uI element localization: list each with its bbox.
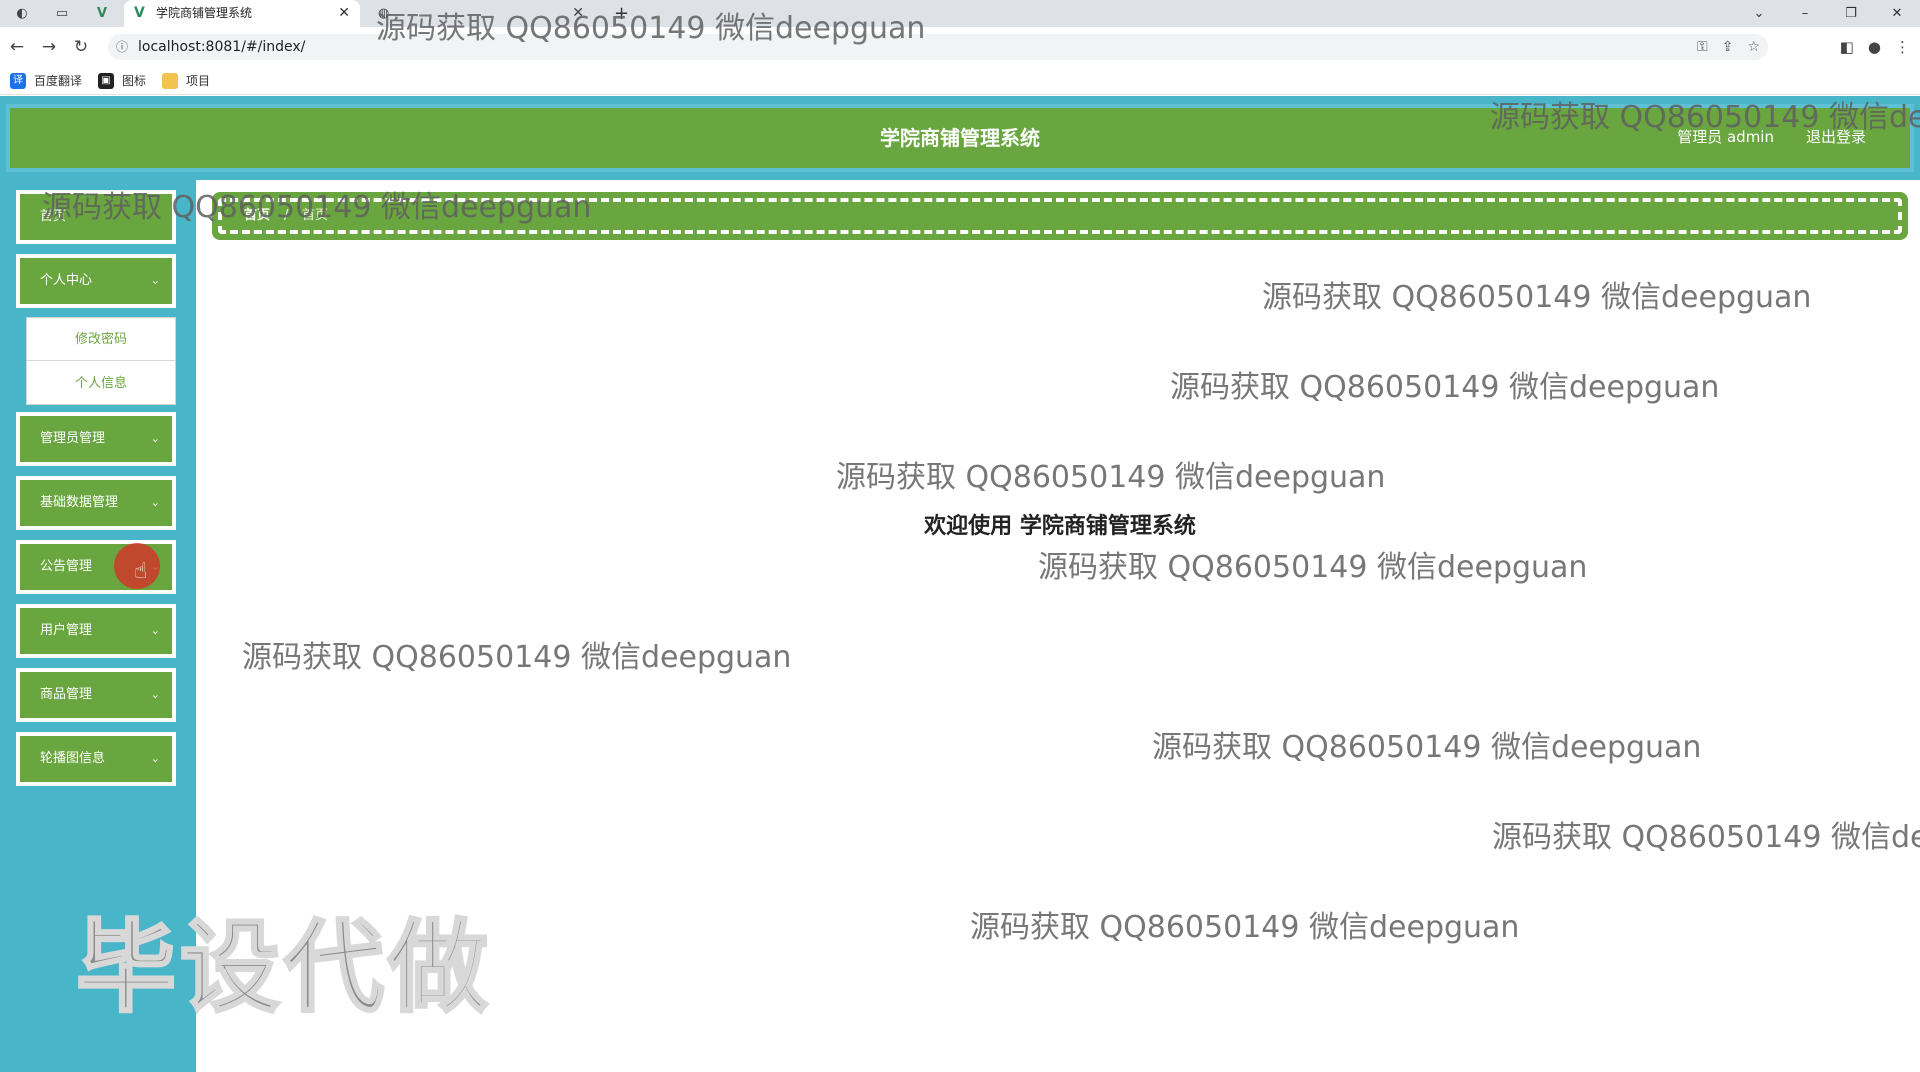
bookmark-star-icon[interactable]: ☆ [1747, 34, 1760, 60]
close-tab-icon[interactable]: ✕ [338, 0, 350, 27]
browser-tab-strip: ◐ ▭ V V 学院商铺管理系统 ✕ ◍ ✕ + ⌄ – ❐ ✕ [0, 0, 1920, 27]
sidebar-item-admin-management[interactable]: 管理员管理 ⌄ [16, 412, 176, 466]
close-window-icon[interactable]: ✕ [1874, 0, 1920, 27]
stamp-watermark: 毕设代做 [75, 908, 492, 1028]
browser-toolbar: ← → ↻ ⓘ localhost:8081/#/index/ ⚿ ⇪ ☆ ◧ … [0, 27, 1920, 67]
icon-library-icon: ▣ [98, 73, 114, 89]
address-url[interactable]: localhost:8081/#/index/ [138, 34, 305, 60]
welcome-message: 欢迎使用 学院商铺管理系统 [924, 514, 1196, 539]
tab-search-icon[interactable]: ◐ [12, 4, 32, 24]
watermark-text: 源码获取 QQ86050149 微信deepguan [42, 190, 592, 225]
more-menu-icon[interactable]: ⋮ [1895, 34, 1910, 60]
folder-icon [162, 73, 178, 89]
active-tab[interactable]: V 学院商铺管理系统 ✕ [124, 0, 360, 27]
tab-list-chevron-icon[interactable]: ⌄ [1736, 0, 1782, 27]
submenu-change-password[interactable]: 修改密码 [27, 318, 175, 361]
minimize-icon[interactable]: – [1782, 0, 1828, 27]
bookmark-label: 项目 [186, 74, 211, 88]
chevron-down-icon: ⌄ [150, 624, 160, 637]
forward-arrow-icon[interactable]: → [38, 36, 60, 58]
chevron-down-icon: ⌄ [150, 752, 160, 765]
watermark-text: 源码获取 QQ86050149 微信dee [1490, 100, 1920, 135]
sidebar-item-carousel[interactable]: 轮播图信息 ⌄ [16, 732, 176, 786]
vue-favicon-icon: V [134, 5, 145, 21]
app-root: 学院商铺管理系统 管理员 admin 退出登录 首页 个人中心 ⌄ 修改密码 个… [0, 96, 1920, 1072]
watermark-text: 源码获取 QQ86050149 微信deepguan [836, 460, 1386, 495]
sidebar-item-personal-center[interactable]: 个人中心 ⌄ [16, 254, 176, 308]
watermark-text: 源码获取 QQ86050149 微信deepguan [242, 640, 792, 675]
bookmark-icons[interactable]: ▣ 图标 [98, 71, 146, 91]
side-panel-icon[interactable]: ◧ [1840, 34, 1854, 60]
profile-avatar-icon[interactable]: ● [1868, 34, 1881, 60]
translate-icon: 译 [10, 73, 26, 89]
watermark-text: 源码获取 QQ86050149 微信deepguan [1262, 280, 1812, 315]
bookmarks-bar: 译 百度翻译 ▣ 图标 项目 [0, 67, 1920, 95]
sidebar-item-label: 商品管理 [40, 687, 93, 702]
bookmark-label: 图标 [122, 74, 147, 88]
watermark-text: 源码获取 QQ86050149 微信deepguan [376, 11, 926, 46]
active-tab-title: 学院商铺管理系统 [156, 6, 253, 20]
sidebar-item-users[interactable]: 用户管理 ⌄ [16, 604, 176, 658]
watermark-text: 源码获取 QQ86050149 微信de [1492, 820, 1920, 855]
chevron-down-icon: ⌄ [150, 432, 160, 445]
personal-center-submenu: 修改密码 个人信息 [26, 317, 176, 405]
watermark-text: 源码获取 QQ86050149 微信deepguan [970, 910, 1520, 945]
window-controls: ⌄ – ❐ ✕ [1736, 0, 1920, 27]
sidebar-item-label: 用户管理 [40, 623, 93, 638]
sidebar-item-label: 管理员管理 [40, 431, 106, 446]
pinned-tab-icon[interactable]: ▭ [52, 4, 72, 24]
bookmark-projects[interactable]: 项目 [162, 71, 210, 91]
reload-icon[interactable]: ↻ [70, 36, 92, 58]
sidebar-item-label: 个人中心 [40, 273, 93, 288]
bookmark-baidu-translate[interactable]: 译 百度翻译 [10, 71, 82, 91]
sidebar-item-label: 轮播图信息 [40, 751, 106, 766]
submenu-personal-info[interactable]: 个人信息 [27, 362, 175, 405]
sidebar-item-products[interactable]: 商品管理 ⌄ [16, 668, 176, 722]
share-icon[interactable]: ⇪ [1722, 34, 1734, 60]
watermark-text: 源码获取 QQ86050149 微信deepguan [1170, 370, 1720, 405]
bookmark-label: 百度翻译 [34, 74, 83, 88]
back-arrow-icon[interactable]: ← [6, 36, 28, 58]
watermark-text: 源码获取 QQ86050149 微信deepguan [1038, 550, 1588, 585]
pointer-hand-icon: ☝ [134, 559, 148, 584]
key-icon[interactable]: ⚿ [1697, 34, 1708, 60]
chevron-down-icon: ⌄ [150, 688, 160, 701]
sidebar-item-label: 公告管理 [40, 559, 93, 574]
site-info-icon[interactable]: ⓘ [116, 34, 128, 60]
restore-icon[interactable]: ❐ [1828, 0, 1874, 27]
address-bar[interactable]: ⓘ localhost:8081/#/index/ ⚿ ⇪ ☆ [108, 34, 1768, 60]
watermark-text: 源码获取 QQ86050149 微信deepguan [1152, 730, 1702, 765]
chevron-down-icon: ⌄ [150, 274, 160, 287]
pinned-vue-tab-icon[interactable]: V [92, 4, 112, 24]
